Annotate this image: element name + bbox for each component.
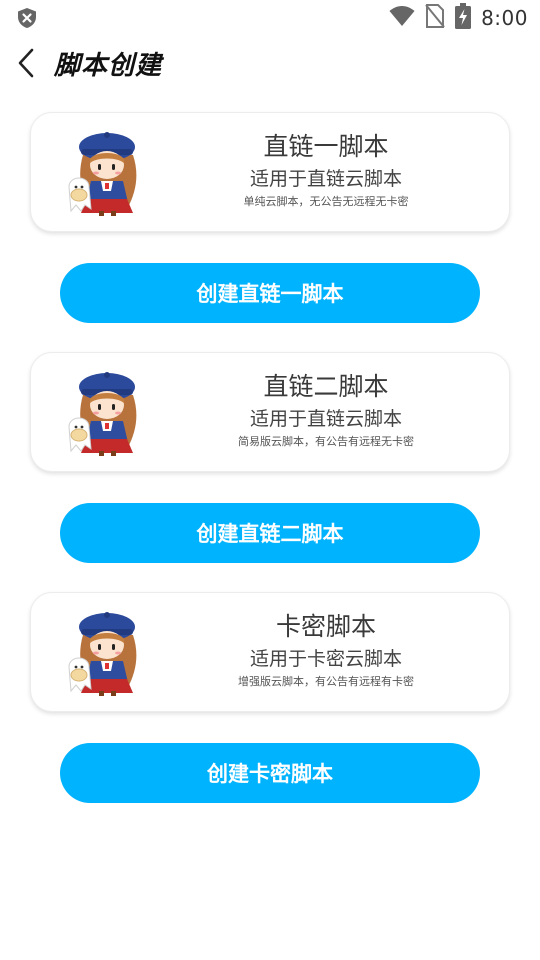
create-license-key-button[interactable]: 创建卡密脚本 xyxy=(60,743,480,803)
status-time: 8:00 xyxy=(481,6,528,30)
card-title: 卡密脚本 xyxy=(275,612,376,641)
card-subtitle: 适用于直链云脚本 xyxy=(249,408,402,430)
card-description: 增强版云脚本，有公告有远程有卡密 xyxy=(238,675,414,688)
shield-icon xyxy=(16,7,38,29)
status-bar: 8:00 xyxy=(0,0,540,36)
battery-charging-icon xyxy=(455,3,472,33)
avatar xyxy=(67,605,147,697)
chevron-left-icon xyxy=(17,48,35,82)
card-license-key[interactable]: 卡密脚本 适用于卡密云脚本 增强版云脚本，有公告有远程有卡密 xyxy=(30,592,510,712)
create-direct-link-two-button[interactable]: 创建直链二脚本 xyxy=(60,503,480,563)
app-bar: 脚本创建 xyxy=(0,40,540,90)
back-button[interactable] xyxy=(12,48,40,82)
card-title: 直链二脚本 xyxy=(263,372,389,401)
card-direct-link-one[interactable]: 直链一脚本 适用于直链云脚本 单纯云脚本，无公告无远程无卡密 xyxy=(30,112,510,232)
card-subtitle: 适用于直链云脚本 xyxy=(249,168,402,190)
card-direct-link-two[interactable]: 直链二脚本 适用于直链云脚本 简易版云脚本，有公告有远程无卡密 xyxy=(30,352,510,472)
card-title: 直链一脚本 xyxy=(263,132,389,161)
avatar xyxy=(67,125,147,217)
page-title: 脚本创建 xyxy=(54,51,163,81)
card-description: 简易版云脚本，有公告有远程无卡密 xyxy=(238,435,414,448)
no-sim-icon xyxy=(425,4,445,32)
card-description: 单纯云脚本，无公告无远程无卡密 xyxy=(243,195,409,208)
card-subtitle: 适用于卡密云脚本 xyxy=(249,648,402,670)
wifi-icon xyxy=(389,5,415,31)
avatar xyxy=(67,365,147,457)
create-direct-link-one-button[interactable]: 创建直链一脚本 xyxy=(60,263,480,323)
